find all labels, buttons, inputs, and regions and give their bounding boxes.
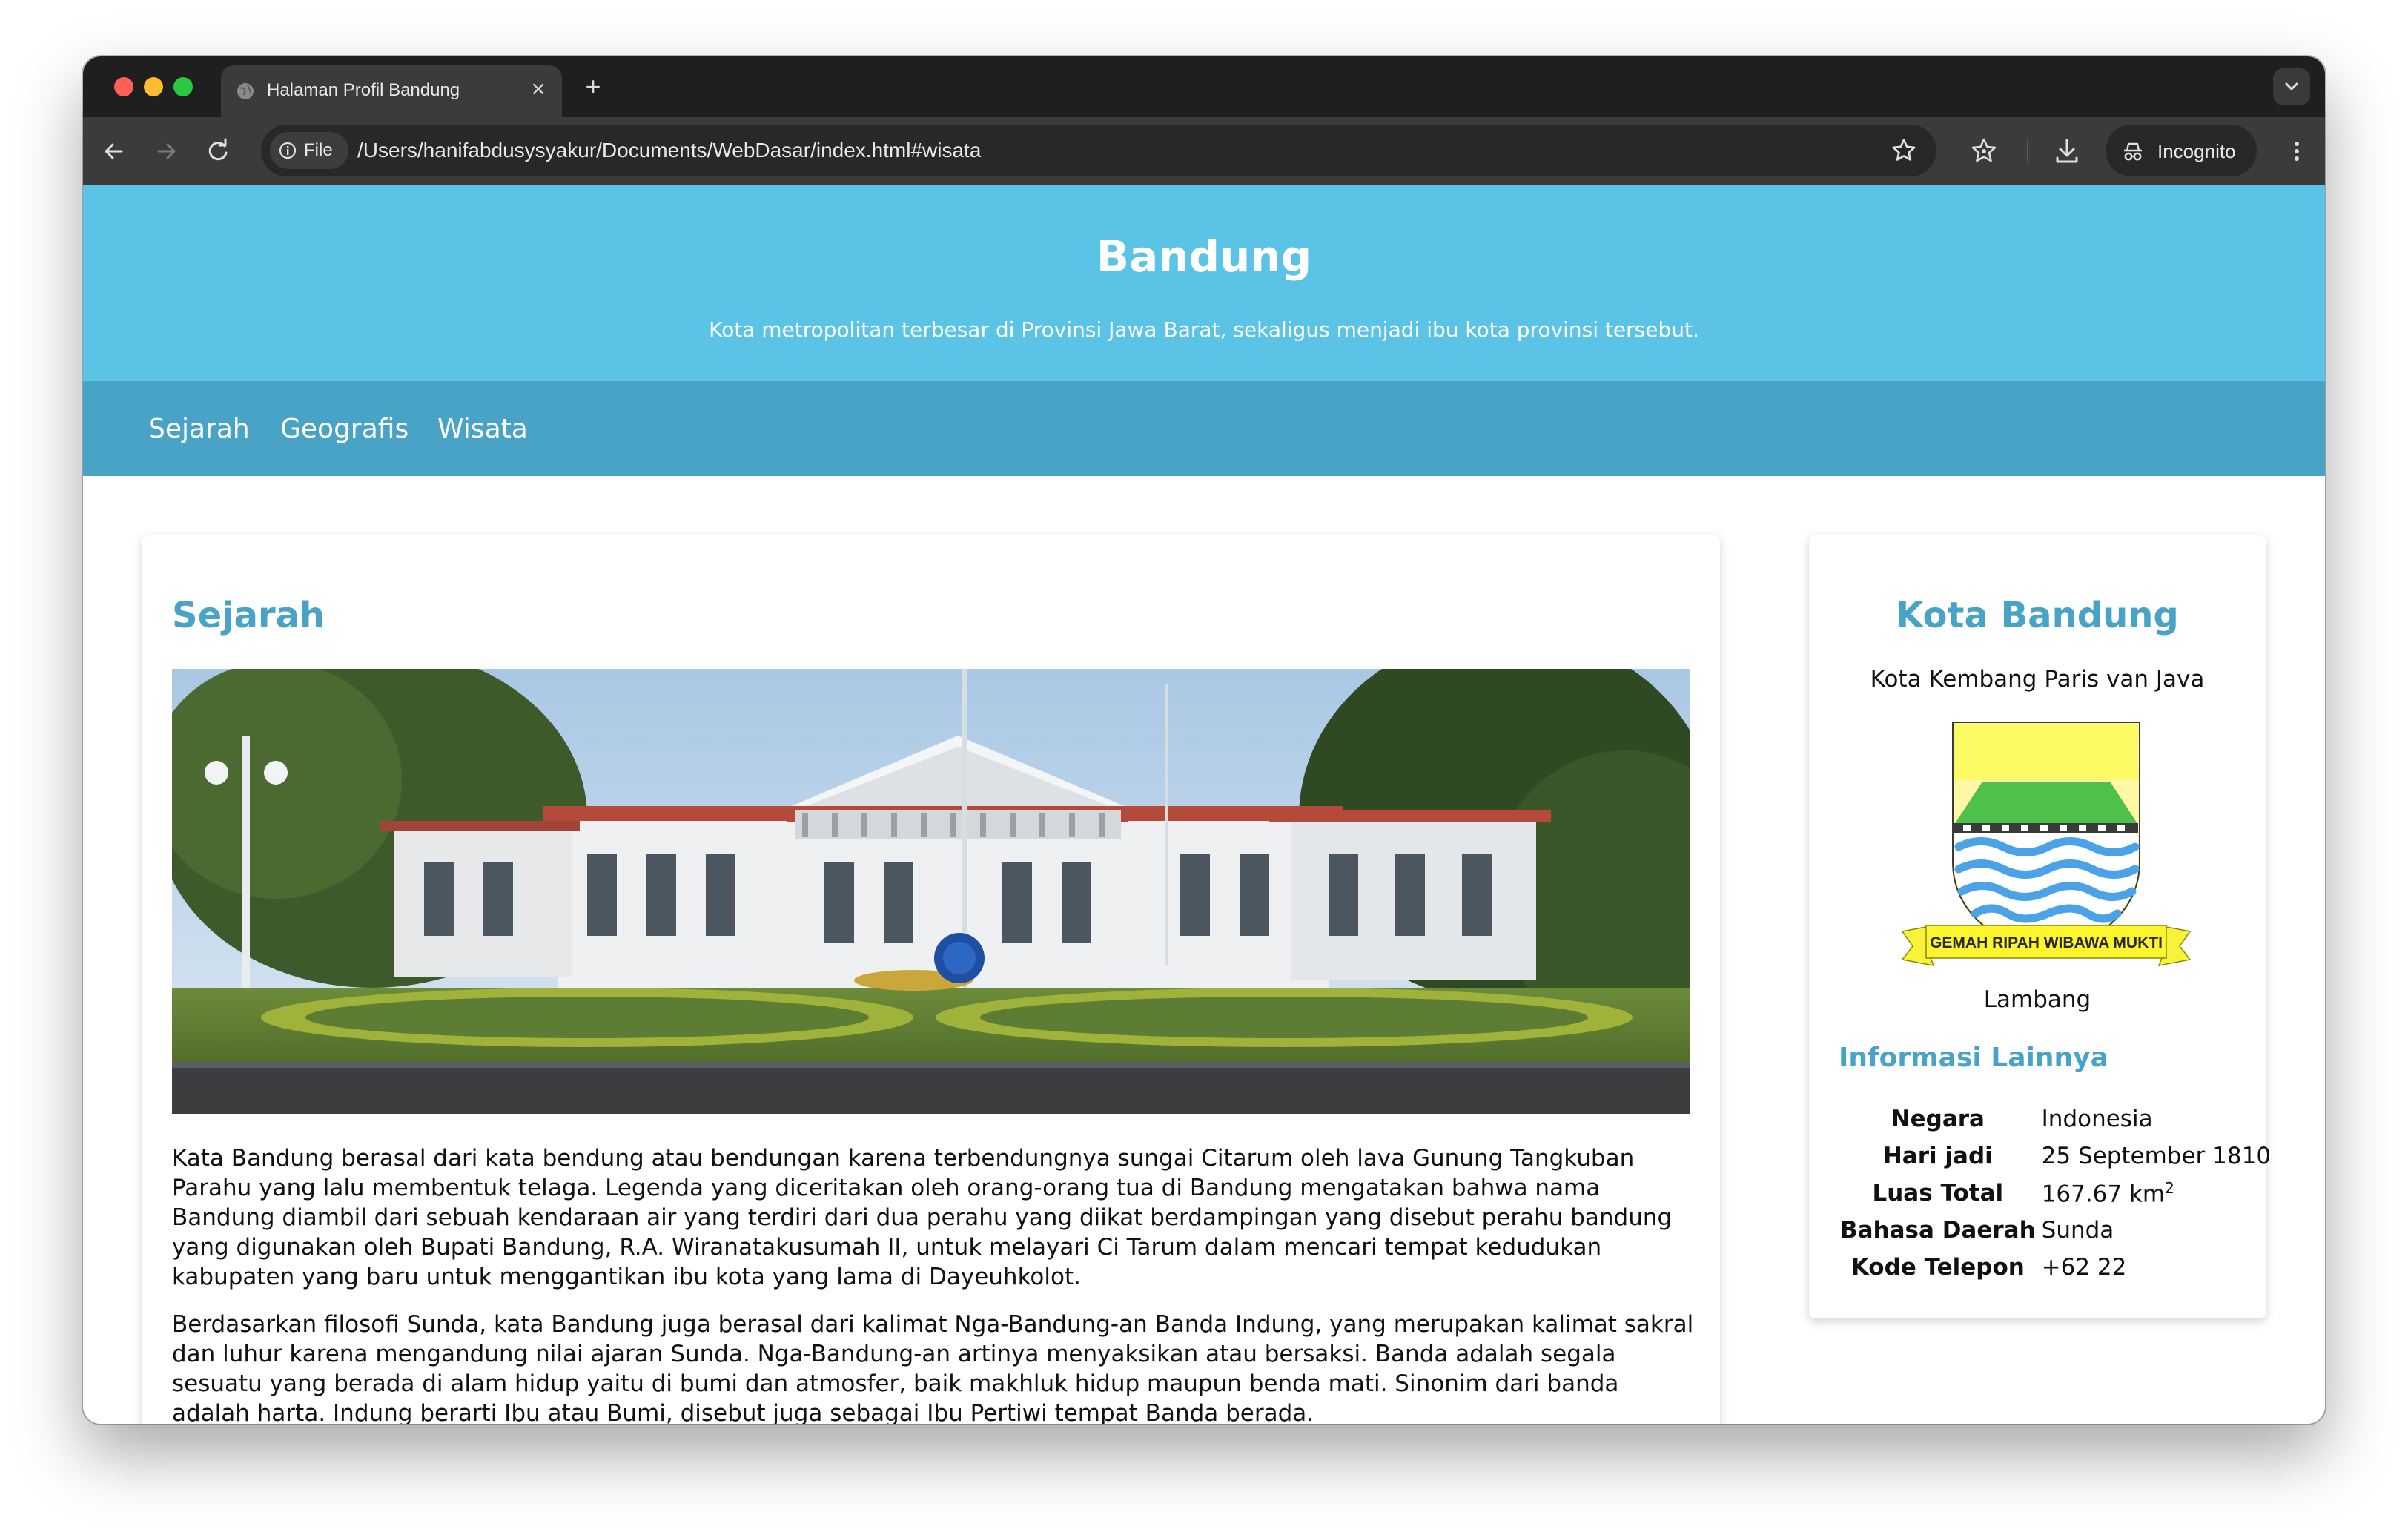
info-icon	[279, 142, 297, 159]
tab-strip: Halaman Profil Bandung × +	[83, 56, 2325, 117]
minimize-window-button[interactable]	[144, 77, 163, 96]
emblem-caption: Lambang	[1983, 986, 2091, 1013]
address-bar[interactable]: File /Users/hanifabdusysyakur/Documents/…	[261, 125, 1936, 176]
globe-icon	[237, 83, 254, 99]
info-row-bahasa: Bahasa Daerah Sunda	[1840, 1212, 2271, 1249]
download-icon[interactable]	[2049, 133, 2085, 169]
profile-subtitle: Kota Kembang Paris van Java	[1870, 666, 2205, 693]
site-title: Bandung	[1096, 231, 1312, 282]
page-viewport: Bandung Kota metropolitan terbesar di Pr…	[83, 185, 2325, 1424]
info-value: +62 22	[2041, 1254, 2127, 1281]
chevron-down-icon	[2285, 82, 2298, 91]
active-tab[interactable]: Halaman Profil Bandung ×	[221, 65, 562, 117]
more-menu-icon[interactable]	[2279, 133, 2315, 169]
info-row-negara: Negara Indonesia	[1840, 1100, 2271, 1138]
close-window-button[interactable]	[114, 77, 133, 96]
page-header: Bandung Kota metropolitan terbesar di Pr…	[83, 185, 2325, 381]
info-value: 25 September 1810	[2041, 1143, 2272, 1169]
bandung-coat-of-arms: GEMAH RIPAH WIBAWA MUKTI	[1901, 722, 2192, 966]
bookmarks-star-icon[interactable]	[1966, 133, 2002, 169]
reload-icon[interactable]	[200, 133, 236, 169]
forward-arrow-icon[interactable]	[148, 133, 184, 169]
maximize-window-button[interactable]	[173, 77, 193, 96]
browser-toolbar: File /Users/hanifabdusysyakur/Documents/…	[83, 117, 2325, 185]
info-row-hari-jadi: Hari jadi 25 September 1810	[1840, 1138, 2271, 1175]
incognito-label: Incognito	[2157, 140, 2236, 162]
tab-close-icon[interactable]: ×	[526, 77, 550, 101]
nav-link-geografis[interactable]: Geografis	[280, 414, 408, 444]
superscript: 2	[2165, 1178, 2174, 1197]
info-label: Negara	[1891, 1106, 1985, 1132]
file-chip-label: File	[304, 140, 333, 160]
profile-title: Kota Bandung	[1896, 595, 2179, 636]
info-title: Informasi Lainnya	[1839, 1043, 2108, 1073]
tab-title: Halaman Profil Bandung	[267, 80, 460, 100]
history-paragraph-1: Kata Bandung berasal dari kata bendung a…	[172, 1145, 1673, 1290]
profile-card: Kota Bandung Kota Kembang Paris van Java	[1809, 535, 2271, 1318]
info-label: Luas Total	[1872, 1180, 2004, 1206]
article-card: Sejarah Kata Bandung berasal dari kata b…	[142, 535, 1720, 1424]
url-text[interactable]: /Users/hanifabdusysyakur/Documents/WebDa…	[357, 139, 981, 162]
info-value: 167.67 km2	[2042, 1175, 2271, 1212]
info-row-kode: Kode Telepon +62 22	[1840, 1249, 2271, 1286]
history-paragraph-2: Berdasarkan filosofi Sunda, kata Bandung…	[172, 1311, 1694, 1424]
info-table: Negara Indonesia Hari jadi 25 September …	[1840, 1100, 2271, 1286]
info-value-text: 167.67 km	[2041, 1181, 2166, 1208]
incognito-icon	[2124, 142, 2142, 161]
nav-link-wisata[interactable]: Wisata	[437, 414, 528, 444]
info-row-luas: Luas Total 167.67 km2	[1840, 1175, 2271, 1212]
info-label: Bahasa Daerah	[1840, 1217, 2036, 1244]
site-tagline: Kota metropolitan terbesar di Provinsi J…	[709, 317, 1699, 342]
site-info-chip[interactable]: File	[270, 132, 348, 169]
nav-link-sejarah[interactable]: Sejarah	[148, 414, 250, 444]
bookmark-star-icon[interactable]	[1891, 137, 1917, 164]
incognito-badge[interactable]: Incognito	[2106, 125, 2257, 176]
tab-search-button[interactable]	[2273, 68, 2310, 105]
new-tab-button[interactable]: +	[578, 73, 608, 102]
info-label: Hari jadi	[1882, 1143, 1993, 1169]
info-value: Indonesia	[2041, 1106, 2153, 1132]
toolbar-divider	[2027, 139, 2028, 163]
back-arrow-icon[interactable]	[96, 133, 132, 169]
nav-bar: Sejarah Geografis Wisata	[83, 381, 2325, 476]
emblem-motto: GEMAH RIPAH WIBAWA MUKTI	[1930, 934, 2163, 951]
info-label: Kode Telepon	[1850, 1254, 2025, 1281]
gedung-sate-photo	[172, 669, 1690, 1114]
section-title: Sejarah	[172, 595, 325, 636]
info-value: Sunda	[2041, 1217, 2114, 1244]
browser-window: Halaman Profil Bandung × + File /Users/h…	[83, 56, 2325, 1424]
